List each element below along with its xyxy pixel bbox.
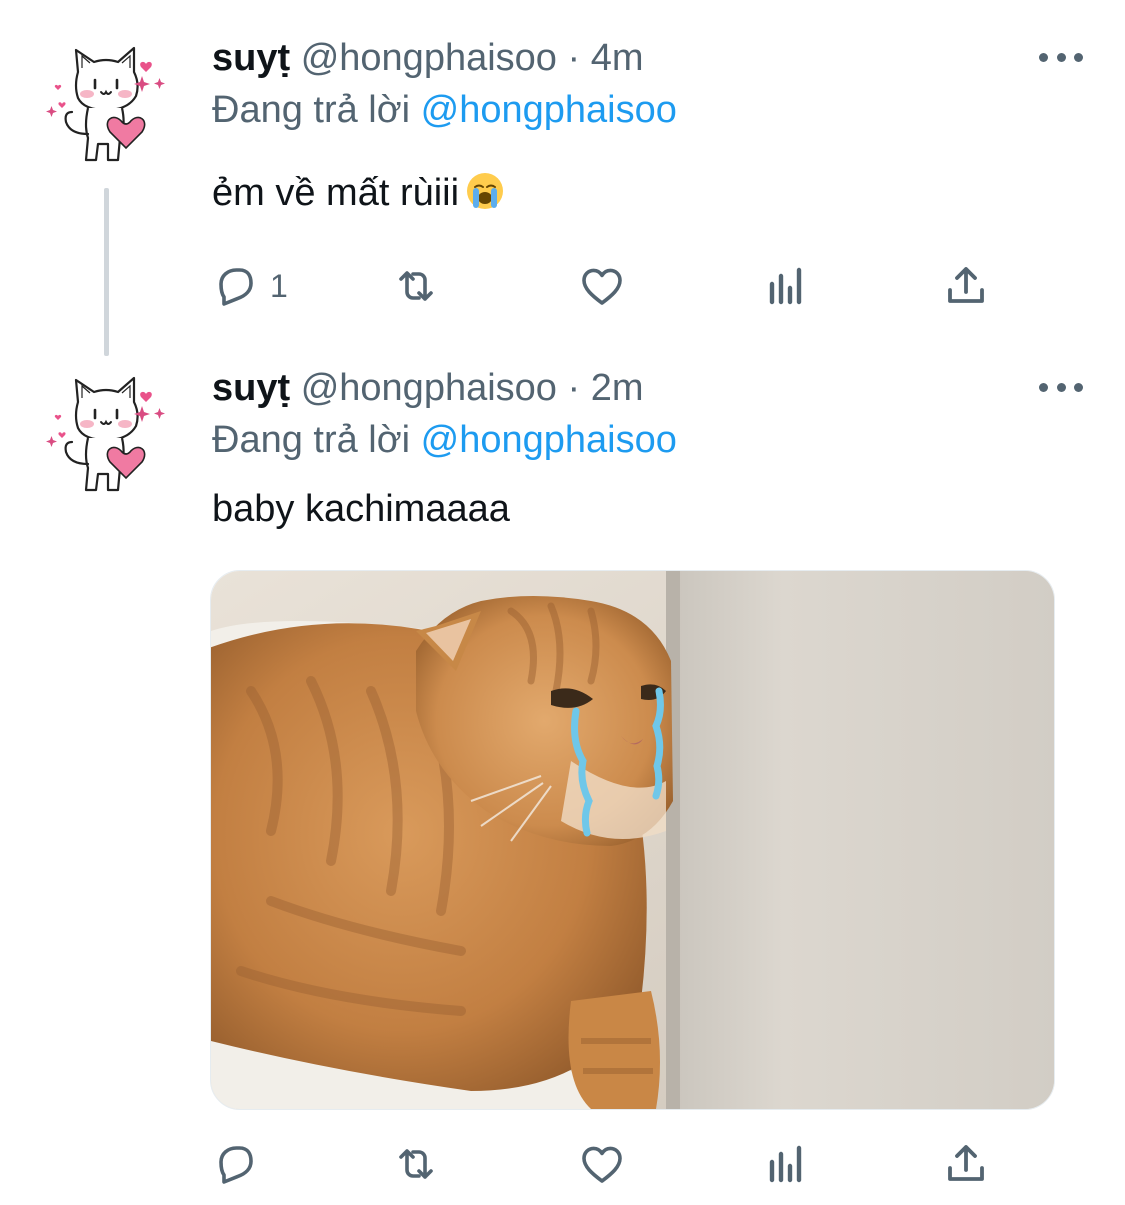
- reply-icon: [212, 1140, 260, 1188]
- like-button[interactable]: [578, 1136, 626, 1192]
- retweet-button[interactable]: [392, 1136, 440, 1192]
- more-options-icon[interactable]: [1039, 377, 1083, 397]
- retweet-icon: [392, 1140, 440, 1188]
- heart-icon: [578, 262, 626, 310]
- cat-holding-heart-icon: [40, 372, 172, 504]
- timestamp[interactable]: 4m: [591, 37, 644, 79]
- heart-icon: [578, 1140, 626, 1188]
- cat-holding-heart-icon: [40, 42, 172, 174]
- replying-to: Đang trả lời @hongphaisoo: [212, 85, 677, 135]
- tweet-text: ẻm về mất rùiii: [212, 168, 505, 218]
- user-handle[interactable]: @hongphaisoo: [301, 367, 557, 409]
- more-options-icon[interactable]: [1039, 47, 1083, 67]
- tweet-text-content: ẻm về mất rùiii: [212, 172, 460, 214]
- replying-to-label: Đang trả lời: [212, 419, 411, 461]
- tweet[interactable]: suyṭ @hongphaisoo · 2m Đang trả lời @hon…: [0, 360, 1125, 1205]
- reply-count: 1: [270, 267, 288, 304]
- share-icon: [942, 262, 990, 310]
- analytics-icon: [762, 1140, 810, 1188]
- share-button[interactable]: [942, 258, 990, 314]
- crying-orange-cat-photo: [211, 571, 1054, 1109]
- thread-line: [104, 188, 109, 356]
- separator-dot: ·: [567, 37, 581, 79]
- replying-to-label: Đang trả lời: [212, 89, 411, 131]
- reply-icon: [212, 262, 260, 310]
- replying-to-handle[interactable]: @hongphaisoo: [421, 89, 677, 131]
- display-name[interactable]: suyṭ: [212, 37, 290, 79]
- retweet-icon: [392, 262, 440, 310]
- replying-to-handle[interactable]: @hongphaisoo: [421, 419, 677, 461]
- loudly-crying-face-icon: [467, 173, 504, 209]
- avatar[interactable]: [40, 42, 172, 174]
- tweet[interactable]: suyṭ @hongphaisoo · 4m Đang trả lời @hon…: [0, 0, 1125, 360]
- tweet-actions: [212, 1136, 1012, 1192]
- reply-button[interactable]: [212, 1136, 270, 1192]
- tweet-header: suyṭ @hongphaisoo · 2m: [212, 363, 644, 413]
- user-handle[interactable]: @hongphaisoo: [301, 37, 557, 79]
- tweet-media-photo[interactable]: [210, 570, 1055, 1110]
- tweet-text: baby kachimaaaa: [212, 488, 510, 530]
- reply-button[interactable]: 1: [212, 258, 288, 314]
- share-button[interactable]: [942, 1136, 990, 1192]
- retweet-button[interactable]: [392, 258, 440, 314]
- analytics-button[interactable]: [762, 258, 810, 314]
- like-button[interactable]: [578, 258, 626, 314]
- analytics-icon: [762, 262, 810, 310]
- avatar[interactable]: [40, 372, 172, 504]
- tweet-actions: 1: [212, 258, 1012, 314]
- analytics-button[interactable]: [762, 1136, 810, 1192]
- replying-to: Đang trả lời @hongphaisoo: [212, 415, 677, 465]
- tweet-header: suyṭ @hongphaisoo · 4m: [212, 33, 644, 83]
- separator-dot: ·: [567, 367, 581, 409]
- display-name[interactable]: suyṭ: [212, 367, 290, 409]
- timestamp[interactable]: 2m: [591, 367, 644, 409]
- share-icon: [942, 1140, 990, 1188]
